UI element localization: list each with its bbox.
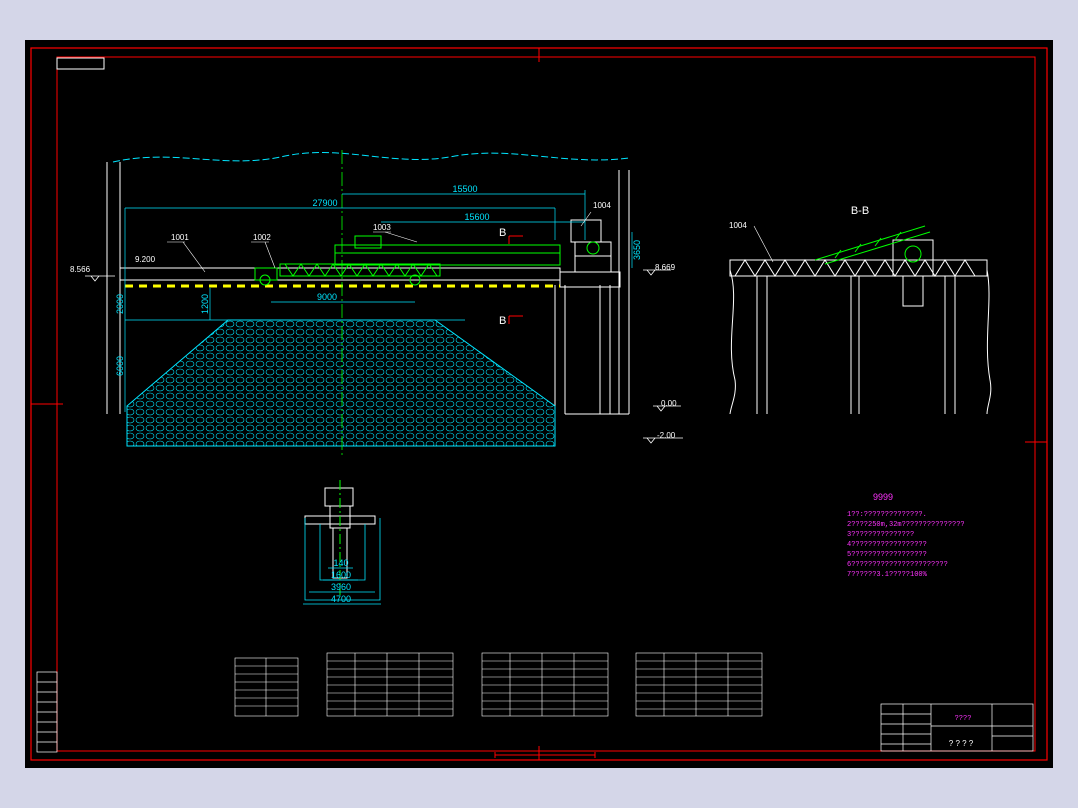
note-line-3: 3??????????????? <box>847 531 914 539</box>
dim-9000: 9000 <box>317 292 337 302</box>
section-left-break <box>729 269 736 415</box>
section-leader <box>753 225 774 263</box>
note-line-7: 7??????3.1?????100% <box>847 571 928 579</box>
elevation-view: 15500 27900 15600 9000 3650 2000 1200 60… <box>70 150 683 455</box>
parts-list-4 <box>635 652 763 717</box>
notes-title: 9999 <box>873 492 893 502</box>
section-right-break <box>986 269 992 415</box>
head-unit-1004 <box>570 219 612 273</box>
level-belt: 9.200 <box>135 255 156 264</box>
section-mark-top: B <box>499 227 506 239</box>
dim-15500: 15500 <box>452 184 477 194</box>
dim-4700: 4700 <box>331 594 351 604</box>
section-part-1004: 1004 <box>729 221 747 230</box>
cross-section: 140 1600 3960 4700 <box>303 480 381 605</box>
parts-list-2 <box>326 652 454 717</box>
conveyor-truss <box>254 235 561 286</box>
part-1001: 1001 <box>171 233 189 242</box>
cad-drawing: 15500 27900 15600 9000 3650 2000 1200 60… <box>30 47 1048 761</box>
section-belt-incline <box>814 225 931 265</box>
section-mark-bottom: B <box>499 315 506 327</box>
dim-1600: 1600 <box>331 570 351 580</box>
drawing-number-box <box>56 57 105 70</box>
dim-6000: 6000 <box>115 356 125 376</box>
part-1003: 1003 <box>373 223 391 232</box>
section-view: B-B 1004 <box>729 205 992 415</box>
part-1002: 1002 <box>253 233 271 242</box>
part-1004: 1004 <box>593 201 611 210</box>
revision-strip <box>36 671 58 753</box>
parts-list-3 <box>481 652 609 717</box>
dim-140: 140 <box>333 558 348 568</box>
dim-3650: 3650 <box>632 240 642 260</box>
title-block-scale: ? ? ? ? <box>949 739 974 748</box>
title-block-drawing-name: ???? <box>955 715 972 723</box>
note-line-2: 2????250m,32m??????????????? <box>847 521 965 529</box>
dim-27900: 27900 <box>312 198 337 208</box>
part-leaders <box>167 211 592 273</box>
parts-list-1 <box>234 657 299 717</box>
dim-15600: 15600 <box>464 212 489 222</box>
note-line-4: 4?????????????????? <box>847 541 927 549</box>
section-structure <box>729 239 988 414</box>
level-left: 8.566 <box>70 265 91 274</box>
coal-pile <box>126 319 556 447</box>
level-ground: 0.00 <box>661 399 677 408</box>
dim-3960: 3960 <box>331 582 351 592</box>
technical-notes: 9999 1??:??????????????. 2????250m,32m??… <box>847 492 965 579</box>
note-line-6: 6??????????????????????? <box>847 561 948 569</box>
dim-2000: 2000 <box>115 294 125 314</box>
drawing-sheet: 15500 27900 15600 9000 3650 2000 1200 60… <box>25 40 1053 768</box>
note-line-5: 5?????????????????? <box>847 551 927 559</box>
level-right: 8.669 <box>655 263 676 272</box>
level-pit: -2.00 <box>657 431 676 440</box>
section-view-title: B-B <box>851 205 869 217</box>
roof-line <box>112 152 630 163</box>
dim-1200: 1200 <box>200 294 210 314</box>
note-line-1: 1??:??????????????. <box>847 511 927 519</box>
